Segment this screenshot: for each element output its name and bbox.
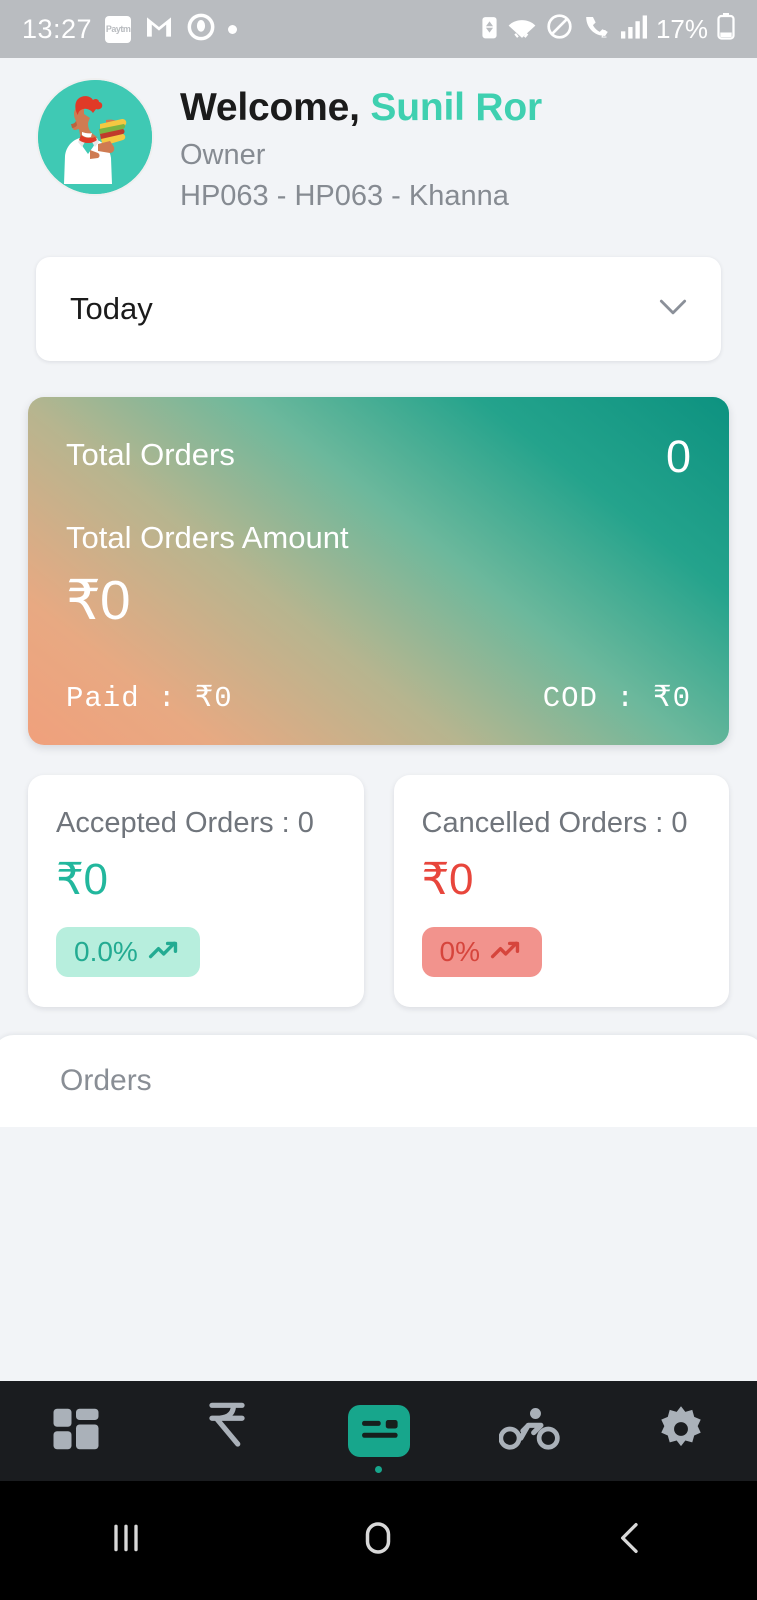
notification-dot-icon: [228, 24, 238, 34]
nav-item-delivery[interactable]: [454, 1381, 605, 1481]
total-orders-count: 0: [665, 431, 691, 482]
recents-button[interactable]: [0, 1518, 252, 1563]
system-navigation-bar: [0, 1481, 757, 1600]
cancelled-orders-title: Cancelled Orders : 0: [421, 807, 688, 839]
app-screen: 13:27 Paytm 2 17% Welcome, Sunil Ror Own…: [0, 0, 757, 1600]
accepted-orders-amount: ₹0: [56, 855, 108, 904]
back-chevron-icon: [611, 1518, 651, 1563]
status-bar: 13:27 Paytm 2 17%: [0, 0, 757, 58]
clock: 13:27: [22, 13, 93, 44]
battery-percent: 17%: [655, 13, 708, 44]
paytm-icon-label: Paytm: [105, 24, 131, 34]
stat-cards-row: Accepted Orders : 0 ₹0 0.0% Cancelled Or…: [28, 775, 729, 1007]
total-orders-label: Total Orders: [66, 437, 235, 472]
cancelled-orders-badge: 0%: [421, 927, 542, 977]
home-button[interactable]: [252, 1517, 504, 1564]
orders-section-header[interactable]: Orders: [0, 1035, 757, 1127]
paid-amount: Paid : ₹0: [66, 682, 233, 715]
period-filter-select[interactable]: Today: [36, 257, 721, 361]
cancelled-orders-amount: ₹0: [421, 855, 474, 904]
total-orders-amount-value: ₹0: [66, 568, 131, 631]
gmail-icon: [144, 15, 174, 44]
chevron-down-icon[interactable]: [659, 298, 687, 321]
total-orders-row: Total Orders 0: [66, 431, 691, 482]
cancelled-orders-card[interactable]: Cancelled Orders : 0 ₹0 0%: [393, 775, 729, 1007]
store-identifier: HP063 - HP063 - Khanna: [180, 180, 509, 212]
recents-icon: [106, 1518, 146, 1563]
period-filter-value: Today: [70, 291, 153, 326]
welcome-greeting: Welcome,: [180, 86, 371, 129]
profile-header: Welcome, Sunil Ror Owner HP063 - HP063 -…: [0, 58, 757, 213]
period-filter-wrap: Today: [36, 257, 721, 361]
accepted-orders-badge: 0.0%: [56, 927, 200, 977]
avatar-burger-man-icon: [38, 80, 152, 194]
accepted-orders-title: Accepted Orders : 0: [56, 807, 314, 839]
camera-record-icon: [187, 13, 215, 46]
cyclist-delivery-icon: [498, 1405, 561, 1458]
battery-saver-icon: [481, 14, 498, 45]
back-button[interactable]: [505, 1518, 757, 1563]
accepted-orders-card[interactable]: Accepted Orders : 0 ₹0 0.0%: [28, 775, 364, 1007]
active-tab-indicator-dot: [375, 1466, 383, 1473]
wifi-icon: [507, 14, 537, 45]
header-text-block: Welcome, Sunil Ror Owner HP063 - HP063 -…: [180, 78, 542, 213]
nav-item-orders[interactable]: [303, 1381, 454, 1481]
trending-up-icon: [490, 936, 524, 968]
gear-icon: [655, 1403, 707, 1460]
signal-bars-icon: [620, 14, 647, 44]
home-icon: [357, 1517, 399, 1564]
wifi-calling-icon: 2: [582, 13, 612, 45]
user-avatar[interactable]: [36, 78, 154, 196]
svg-text:2: 2: [601, 28, 607, 40]
total-orders-footer: Paid : ₹0 COD : ₹0: [66, 679, 691, 715]
accepted-orders-percent: 0.0%: [74, 936, 138, 967]
orders-card-icon: [347, 1405, 410, 1457]
status-bar-left: 13:27 Paytm: [22, 13, 481, 46]
do-not-disturb-icon: [546, 13, 573, 45]
orders-section-title: Orders: [60, 1064, 152, 1097]
orders-list-empty-area: [0, 1127, 757, 1381]
paytm-icon: Paytm: [105, 15, 132, 43]
nav-item-payments[interactable]: [151, 1381, 302, 1481]
trending-up-icon: [148, 936, 182, 968]
dashboard-grid-icon: [49, 1402, 103, 1461]
total-orders-card[interactable]: Total Orders 0 Total Orders Amount ₹0 Pa…: [28, 397, 729, 745]
battery-icon: [717, 13, 735, 45]
nav-item-settings[interactable]: [606, 1381, 757, 1481]
nav-item-dashboard[interactable]: [0, 1381, 151, 1481]
cod-amount: COD : ₹0: [542, 682, 691, 715]
status-bar-right: 2 17%: [481, 13, 735, 45]
rupee-icon: [204, 1401, 250, 1462]
user-role: Owner: [180, 139, 266, 171]
page-title: Welcome, Sunil Ror: [180, 86, 542, 130]
total-orders-amount-label: Total Orders Amount: [66, 519, 349, 555]
bottom-navigation: [0, 1381, 757, 1481]
user-name: Sunil Ror: [370, 86, 542, 129]
cancelled-orders-percent: 0%: [439, 936, 480, 967]
